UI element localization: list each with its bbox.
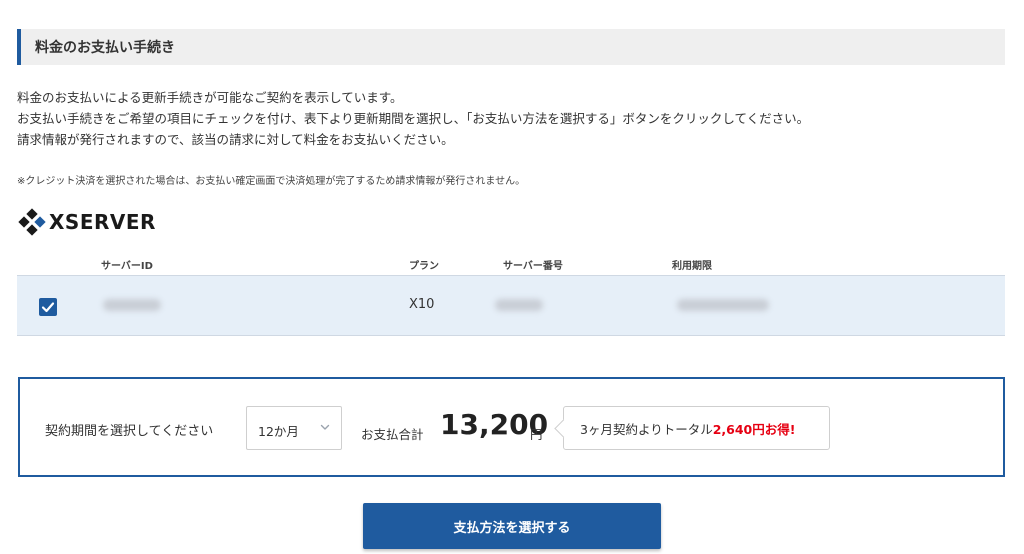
savings-amount: 2,640円お得!: [712, 421, 796, 437]
period-select-value: 12か月: [258, 424, 299, 439]
select-payment-method-button[interactable]: 支払方法を選択する: [363, 503, 661, 549]
total-unit: 円: [530, 427, 543, 442]
header-plan: プラン: [409, 261, 439, 272]
period-select[interactable]: 12か月: [246, 406, 342, 450]
section-title: 料金のお支払い手続き: [35, 40, 175, 56]
description-line-3: 請求情報が発行されますので、該当の請求に対して料金をお支払いください。: [17, 132, 454, 147]
redacted-expiry: [677, 299, 769, 311]
credit-note: ※クレジット決済を選択された場合は、お支払い確定画面で決済処理が完了するため請求…: [17, 176, 526, 187]
section-header: 料金のお支払い手続き: [17, 29, 1005, 65]
redacted-server-id: [103, 299, 161, 311]
redacted-server-number: [495, 299, 543, 311]
savings-badge: 3ヶ月契約よりトータル 2,640円お得!: [554, 406, 830, 450]
header-server-id: サーバーID: [101, 261, 153, 272]
brand-header: XSERVER: [18, 208, 156, 236]
table-row[interactable]: X10: [17, 276, 1005, 336]
payment-summary-box: 契約期間を選択してください 12か月 お支払合計 13,200 円 3ヶ月契約よ…: [18, 377, 1005, 477]
savings-pointer: [554, 419, 573, 438]
header-expiry: 利用期限: [672, 261, 712, 272]
checkmark-icon: [41, 302, 55, 313]
contract-checkbox[interactable]: [39, 298, 57, 316]
description: 料金のお支払いによる更新手続きが可能なご契約を表示しています。 お支払い手続きを…: [17, 87, 809, 150]
xserver-diamond-logo-icon: [18, 208, 46, 236]
plan-cell: X10: [409, 297, 435, 312]
description-line-2: お支払い手続きをご希望の項目にチェックを付け、表下より更新期間を選択し、「お支払…: [17, 111, 810, 126]
table-header: サーバーID プラン サーバー番号 利用期限: [17, 250, 1005, 276]
payment-procedure-page: 料金のお支払い手続き 料金のお支払いによる更新手続きが可能なご契約を表示していま…: [0, 0, 1024, 554]
total-label: お支払合計: [361, 427, 424, 442]
header-server-number: サーバー番号: [503, 261, 563, 272]
chevron-down-icon: [320, 424, 330, 430]
description-line-1: 料金のお支払いによる更新手続きが可能なご契約を表示しています。: [17, 90, 403, 105]
savings-prefix: 3ヶ月契約よりトータル: [580, 421, 713, 437]
period-label: 契約期間を選択してください: [45, 424, 214, 439]
brand-name: XSERVER: [49, 210, 156, 234]
